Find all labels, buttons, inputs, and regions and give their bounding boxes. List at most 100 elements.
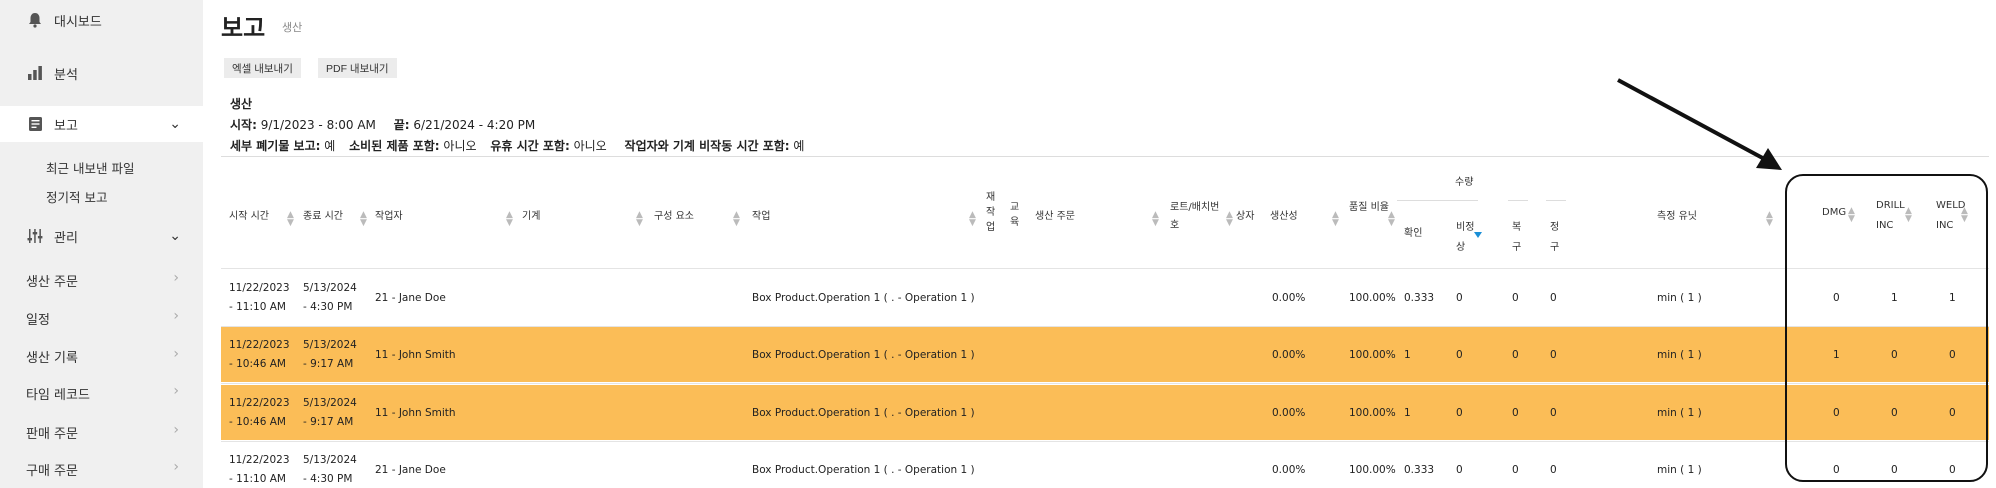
sort-icon[interactable]: ▲ ▼ <box>733 211 740 228</box>
sidebar-item-analysis[interactable]: 분석 <box>0 55 203 91</box>
sort-icon[interactable]: ▲ ▼ <box>1766 211 1773 228</box>
export-pdf-button[interactable]: PDF 내보내기 <box>318 58 397 78</box>
cell-end-time: - 9:17 AM <box>303 358 354 370</box>
sidebar-subitem-recent-exports[interactable]: 최근 내보낸 파일 <box>46 158 134 177</box>
sort-icon[interactable]: ▲ ▼ <box>1226 211 1233 228</box>
cell-operation: Box Product.Operation 1 ( . - Operation … <box>752 407 975 419</box>
col-scrap[interactable]: 정구 <box>1550 218 1562 258</box>
cell-unit: min ( 1 ) <box>1657 349 1702 361</box>
cell-operator: 11 - John Smith <box>375 349 456 361</box>
sidebar-item-label: 분석 <box>54 67 78 83</box>
sidebar: 대시보드 분석 보고 ⌄ 최근 내보낸 파일 정기적 보고 관리 ⌄ 생산 주문… <box>0 0 203 488</box>
sidebar-link-schedule[interactable]: 일정 <box>26 309 50 328</box>
export-excel-button[interactable]: 엑셀 내보내기 <box>224 58 301 78</box>
divider <box>1546 200 1566 201</box>
col-lot-number[interactable]: 로트/배치번호 <box>1170 199 1226 235</box>
sort-icon[interactable]: ▲ ▼ <box>969 211 976 228</box>
sidebar-subitem-scheduled-reports[interactable]: 정기적 보고 <box>46 187 107 206</box>
chevron-down-icon: ⌄ <box>169 116 181 132</box>
col-machine[interactable]: 기계 <box>522 208 540 226</box>
divider <box>221 383 1989 384</box>
cell-unit: min ( 1 ) <box>1657 407 1702 419</box>
cell-operator: 11 - John Smith <box>375 407 456 419</box>
col-quality-rate[interactable]: 품질 비율 <box>1349 199 1389 217</box>
start-value: 9/1/2023 - 8:00 AM <box>260 118 376 132</box>
cell-start-time: - 10:46 AM <box>229 358 286 370</box>
sidebar-link-time-records[interactable]: 타임 레코드 <box>26 384 90 403</box>
chevron-right-icon: › <box>173 422 179 438</box>
sort-desc-icon[interactable] <box>1474 232 1482 238</box>
annotation-highlight-box <box>1785 174 1988 482</box>
sort-icon[interactable]: ▲ ▼ <box>287 211 294 228</box>
cell-quality: 100.00% <box>1349 292 1396 304</box>
col-operator[interactable]: 작업자 <box>375 208 403 226</box>
sort-icon[interactable]: ▲ ▼ <box>360 211 367 228</box>
cell-confirm: 1 <box>1404 407 1411 419</box>
col-operation[interactable]: 작업 <box>752 208 770 226</box>
sidebar-item-label: 보고 <box>54 118 78 134</box>
cell-end-time: - 9:17 AM <box>303 416 354 428</box>
col-component[interactable]: 구성 요소 <box>654 208 694 226</box>
col-quantity-group: 수량 <box>1455 177 1474 188</box>
table-row[interactable] <box>221 442 1989 488</box>
cell-end-date: 5/13/2024 <box>303 339 357 351</box>
cell-start-date: 11/22/2023 <box>229 454 290 466</box>
cell-productivity: 0.00% <box>1272 292 1306 304</box>
col-start-time[interactable]: 시작 시간 <box>229 208 269 226</box>
table-row[interactable] <box>221 270 1989 325</box>
sidebar-item-manage[interactable]: 관리 ⌄ <box>0 218 203 254</box>
sidebar-item-report[interactable]: 보고 ⌄ <box>0 106 203 142</box>
cell-recover: 0 <box>1512 292 1519 304</box>
col-recover[interactable]: 복구 <box>1512 218 1524 258</box>
col-production-order[interactable]: 생산 주문 <box>1035 208 1075 226</box>
cell-start-date: 11/22/2023 <box>229 282 290 294</box>
col-rework[interactable]: 재작업 <box>986 190 997 235</box>
document-icon <box>26 115 44 133</box>
cell-end-date: 5/13/2024 <box>303 282 357 294</box>
cell-operator: 21 - Jane Doe <box>375 464 446 476</box>
report-info-title: 생산 <box>230 97 253 111</box>
sidebar-link-sales-orders[interactable]: 판매 주문 <box>26 423 78 442</box>
table-row[interactable] <box>221 327 1989 382</box>
report-options: 세부 폐기물 보고: 예 소비된 제품 포함: 아니오 유휴 시간 포함: 아니… <box>230 137 804 154</box>
sidebar-link-production-records[interactable]: 생산 기록 <box>26 347 78 366</box>
idle-label: 유휴 시간 포함: <box>490 139 570 153</box>
cell-start-time: - 11:10 AM <box>229 473 286 485</box>
cell-unit: min ( 1 ) <box>1657 464 1702 476</box>
chevron-down-icon: ⌄ <box>169 228 181 244</box>
cell-quality: 100.00% <box>1349 349 1396 361</box>
cell-abnormal: 0 <box>1456 349 1463 361</box>
annotation-arrow <box>1617 78 1782 170</box>
cell-productivity: 0.00% <box>1272 349 1306 361</box>
cell-operation: Box Product.Operation 1 ( . - Operation … <box>752 349 975 361</box>
col-end-time[interactable]: 종료 시간 <box>303 208 343 226</box>
chevron-right-icon: › <box>173 270 179 286</box>
cell-operation: Box Product.Operation 1 ( . - Operation … <box>752 292 975 304</box>
report-date-range: 시작: 9/1/2023 - 8:00 AM 끝: 6/21/2024 - 4:… <box>230 116 535 133</box>
sort-icon[interactable]: ▲ ▼ <box>1332 211 1339 228</box>
chevron-right-icon: › <box>173 346 179 362</box>
col-training[interactable]: 교육 <box>1010 200 1021 230</box>
sidebar-link-production-orders[interactable]: 생산 주문 <box>26 271 78 290</box>
cell-end-date: 5/13/2024 <box>303 397 357 409</box>
cell-start-date: 11/22/2023 <box>229 339 290 351</box>
sort-icon[interactable]: ▲ ▼ <box>1152 211 1159 228</box>
sort-icon[interactable]: ▲ ▼ <box>636 211 643 228</box>
page-title: 보고 <box>221 14 266 42</box>
sort-icon[interactable]: ▲ ▼ <box>1388 211 1395 228</box>
col-box[interactable]: 상자 <box>1236 208 1254 226</box>
sidebar-item-dashboard[interactable]: 대시보드 <box>0 2 203 38</box>
col-productivity[interactable]: 생산성 <box>1270 208 1298 226</box>
cell-quality: 100.00% <box>1349 407 1396 419</box>
table-row[interactable] <box>221 385 1989 440</box>
col-abnormal[interactable]: 비정상 <box>1456 218 1478 258</box>
cell-scrap: 0 <box>1550 464 1557 476</box>
cell-start-date: 11/22/2023 <box>229 397 290 409</box>
col-unit[interactable]: 측정 유닛 <box>1657 208 1697 226</box>
cell-productivity: 0.00% <box>1272 464 1306 476</box>
sidebar-link-purchase-orders[interactable]: 구매 주문 <box>26 460 78 479</box>
chevron-right-icon: › <box>173 459 179 475</box>
sort-icon[interactable]: ▲ ▼ <box>506 211 513 228</box>
chevron-right-icon: › <box>173 383 179 399</box>
col-confirm[interactable]: 확인 <box>1404 225 1422 243</box>
